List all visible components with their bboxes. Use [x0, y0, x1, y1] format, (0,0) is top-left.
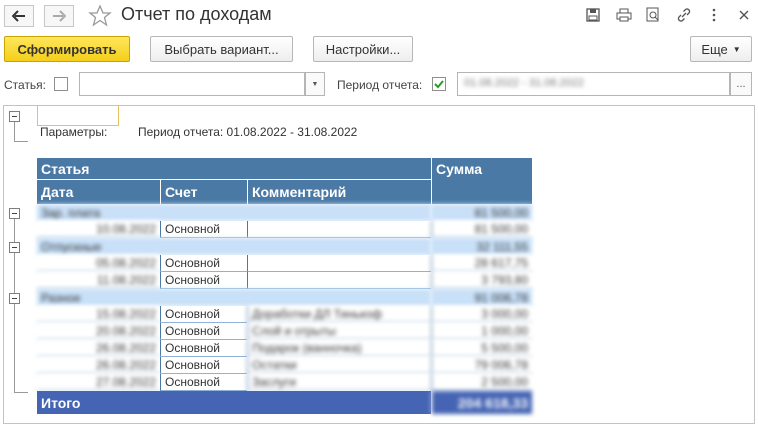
- row-date: 27.08.2022: [37, 374, 160, 391]
- back-button[interactable]: [4, 5, 34, 27]
- row-comment: Остатки: [247, 357, 431, 374]
- collapse-group-1-icon[interactable]: [9, 242, 20, 253]
- row-date: 20.08.2022: [37, 323, 160, 340]
- period-value: 01.08.2022 - 31.08.2022: [464, 77, 584, 89]
- row-sum: 2 500,00: [431, 374, 532, 391]
- row-comment: Доработки ДЛ Тинькоф: [247, 306, 431, 323]
- group-name: Отпускные: [37, 238, 431, 255]
- row-account: Основной: [160, 255, 247, 272]
- params-label: Параметры:: [40, 125, 108, 139]
- row-date: 15.08.2022: [37, 306, 160, 323]
- group-sum: 81 500,00: [431, 204, 532, 221]
- header-sum: Сумма: [431, 158, 532, 204]
- row-sum: 3 000,00: [431, 306, 532, 323]
- arrow-left-icon: [12, 10, 25, 22]
- header-date: Дата: [37, 180, 160, 204]
- row-account: Основной: [160, 221, 247, 238]
- star-icon: [88, 4, 112, 27]
- generate-button[interactable]: Сформировать: [4, 36, 130, 62]
- row-comment: Подарок (ванночка): [247, 340, 431, 357]
- row-account: Основной: [160, 272, 247, 289]
- forward-button[interactable]: [44, 5, 74, 27]
- row-account: Основной: [160, 306, 247, 323]
- collapse-table-icon[interactable]: [9, 208, 20, 219]
- article-checkbox[interactable]: [54, 77, 68, 91]
- row-date: 10.08.2022: [37, 221, 160, 238]
- period-select-button[interactable]: ...: [730, 72, 752, 96]
- header-account: Счет: [160, 180, 247, 204]
- period-checkbox[interactable]: [432, 77, 446, 91]
- params-value: Период отчета: 01.08.2022 - 31.08.2022: [138, 125, 358, 139]
- row-account: Основной: [160, 374, 247, 391]
- header-comment: Комментарий: [247, 180, 431, 204]
- report-area[interactable]: Параметры: Период отчета: 01.08.2022 - 3…: [3, 105, 755, 424]
- selected-cell-indicator: [37, 106, 119, 126]
- row-sum: 1 000,00: [431, 323, 532, 340]
- checkmark-icon: [432, 77, 446, 91]
- chevron-down-icon: ▼: [732, 44, 741, 54]
- save-icon[interactable]: [584, 6, 602, 24]
- collapse-params-icon[interactable]: [9, 111, 20, 122]
- row-sum: 5 500,00: [431, 340, 532, 357]
- total-sum: 204 618,33: [431, 391, 532, 414]
- choose-variant-button[interactable]: Выбрать вариант...: [150, 36, 293, 62]
- group-sum: 32 111,55: [431, 238, 532, 255]
- row-date: 11.08.2022: [37, 272, 160, 289]
- article-dropdown-button[interactable]: ▼: [305, 72, 325, 96]
- group-sum: 91 006,78: [431, 289, 532, 306]
- more-label: Еще: [701, 41, 728, 57]
- article-input[interactable]: [79, 72, 305, 96]
- row-date: 05.08.2022: [37, 255, 160, 272]
- row-comment: [247, 221, 431, 238]
- window-title: Отчет по доходам: [121, 4, 272, 24]
- favorite-star-button[interactable]: [88, 4, 112, 28]
- row-sum: 81 500,00: [431, 221, 532, 238]
- row-comment: Слой и отрыты: [247, 323, 431, 340]
- close-icon[interactable]: [735, 6, 753, 24]
- row-sum: 79 006,78: [431, 357, 532, 374]
- row-account: Основной: [160, 357, 247, 374]
- total-label: Итого: [37, 391, 431, 414]
- header-article: Статья: [37, 158, 431, 180]
- row-account: Основной: [160, 323, 247, 340]
- article-label: Статья:: [4, 78, 47, 92]
- row-account: Основной: [160, 340, 247, 357]
- row-sum: 3 793,80: [431, 272, 532, 289]
- group-name: Зар. плата: [37, 204, 431, 221]
- link-icon[interactable]: [675, 6, 693, 24]
- row-comment: [247, 272, 431, 289]
- more-button[interactable]: Еще ▼: [690, 36, 752, 62]
- settings-button[interactable]: Настройки...: [313, 36, 413, 62]
- row-sum: 28 617,75: [431, 255, 532, 272]
- period-input[interactable]: 01.08.2022 - 31.08.2022: [457, 72, 730, 96]
- group-name: Разное: [37, 289, 431, 306]
- chevron-down-icon: ▼: [311, 80, 319, 88]
- arrow-right-icon: [53, 10, 66, 22]
- row-date: 26.08.2022: [37, 357, 160, 374]
- print-icon[interactable]: [615, 6, 633, 24]
- preview-icon[interactable]: [644, 6, 662, 24]
- collapse-group-2-icon[interactable]: [9, 293, 20, 304]
- more-vertical-icon[interactable]: [705, 6, 723, 24]
- period-label: Период отчета:: [337, 78, 423, 92]
- row-date: 26.08.2022: [37, 340, 160, 357]
- row-comment: Заслуги: [247, 374, 431, 391]
- row-comment: [247, 255, 431, 272]
